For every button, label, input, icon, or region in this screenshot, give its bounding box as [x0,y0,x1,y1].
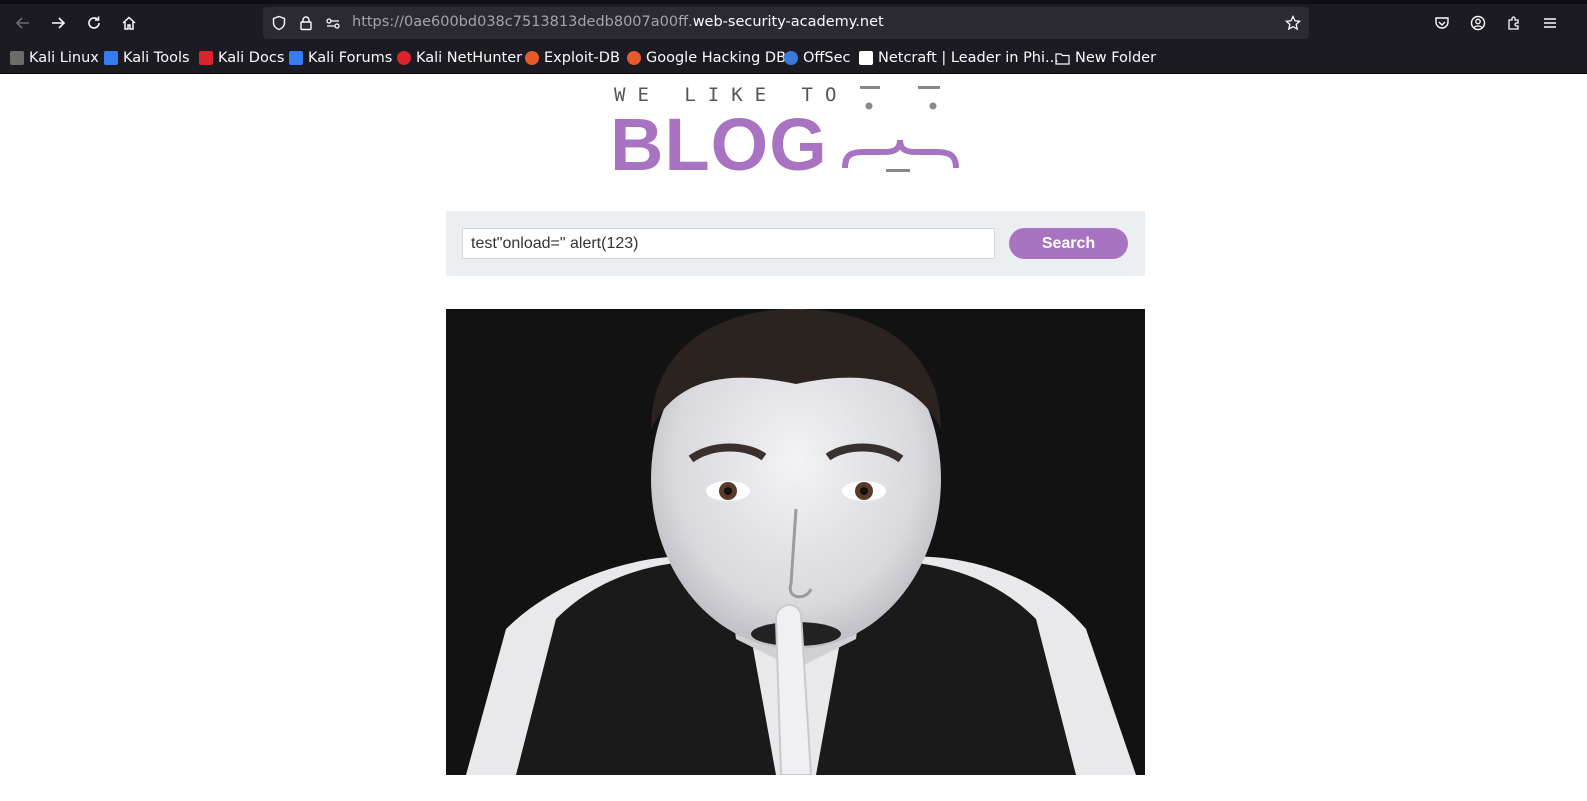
bookmark-kali-forums[interactable]: Kali Forums [289,48,392,68]
kali-dragon-icon [10,51,24,65]
bookmark-new-folder[interactable]: New Folder [1055,48,1156,68]
account-icon[interactable] [1467,12,1489,34]
arrow-left-icon [15,17,29,29]
logo-title: BLOG [610,103,828,186]
menu-icon[interactable] [1539,12,1561,34]
address-bar[interactable]: https://0ae600bd038c7513813dedb8007a00ff… [263,7,1309,39]
lock-icon[interactable] [296,13,316,33]
folder-icon [1055,52,1070,65]
shield-icon[interactable] [269,13,289,33]
tab-strip [0,0,1587,4]
url-text[interactable]: https://0ae600bd038c7513813dedb8007a00ff… [352,14,884,30]
mime-portrait-image [446,309,1145,775]
search-panel: Search [446,211,1145,276]
bookmark-kali-nethunter[interactable]: Kali NetHunter [397,48,522,68]
star-icon[interactable] [1283,13,1303,33]
kali-forums-icon [289,51,303,65]
post-image[interactable] [446,309,1145,775]
search-button[interactable]: Search [1009,228,1128,259]
bookmark-exploit-db[interactable]: Exploit-DB [525,48,620,68]
bookmark-netcraft[interactable]: Netcraft | Leader in Phi... [859,48,1059,68]
forward-button[interactable] [44,9,72,37]
bookmark-google-hacking-db[interactable]: Google Hacking DB [627,48,786,68]
url-prefix: https://0ae600bd038c7513813dedb8007a00ff… [352,14,693,30]
exploit-db-icon [525,51,539,65]
ghdb-icon [627,51,641,65]
extensions-icon[interactable] [1503,12,1525,34]
reload-button[interactable] [80,9,108,37]
site-logo[interactable]: WE LIKE TO BLOG [610,80,972,186]
logo-face-icon [842,86,959,172]
netcraft-icon [859,51,873,65]
home-icon [122,16,136,30]
chrome-divider [0,73,1587,74]
bookmark-offsec[interactable]: OffSec [784,48,851,68]
pocket-icon[interactable] [1431,12,1453,34]
home-button[interactable] [115,9,143,37]
url-domain: web-security-academy.net [692,14,884,30]
bookmark-kali-tools[interactable]: Kali Tools [104,48,190,68]
browser-chrome: https://0ae600bd038c7513813dedb8007a00ff… [0,0,1587,74]
permissions-icon[interactable] [323,13,343,33]
bookmark-kali-linux[interactable]: Kali Linux [10,48,99,68]
back-button[interactable] [9,9,37,37]
arrow-right-icon [52,17,66,29]
offsec-icon [784,51,798,65]
kali-tools-icon [104,51,118,65]
reload-icon [88,16,100,29]
bookmarks-toolbar: Kali Linux Kali Tools Kali Docs Kali For… [0,44,1587,72]
bookmark-kali-docs[interactable]: Kali Docs [199,48,284,68]
kali-docs-icon [199,51,213,65]
search-input[interactable] [462,228,995,259]
nethunter-icon [397,51,411,65]
